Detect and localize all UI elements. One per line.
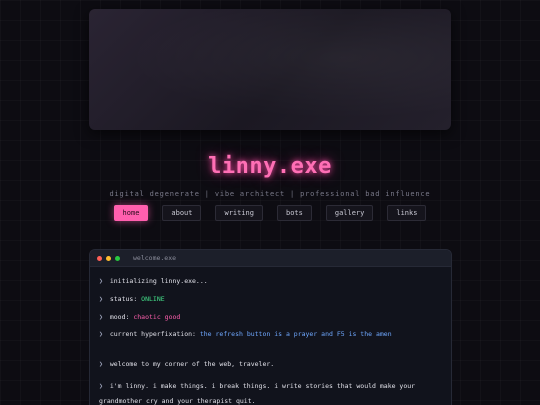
status-value: ONLINE xyxy=(141,294,165,303)
init-text: initializing linny.exe... xyxy=(109,277,208,285)
main-nav: home about writing bots gallery links xyxy=(0,205,540,221)
hyperfixation-label: current hyperfixation: xyxy=(109,330,196,339)
terminal-body: ❯ initializing linny.exe... ❯ status: ON… xyxy=(90,267,451,405)
status-label: status: xyxy=(109,294,138,303)
intro-text: i'm linny. i make things. i break things… xyxy=(99,381,416,405)
prompt-icon: ❯ xyxy=(99,381,103,390)
terminal-line: ❯ status: ONLINE xyxy=(99,294,442,304)
minimize-dot-icon[interactable] xyxy=(106,255,111,261)
nav-gallery[interactable]: gallery xyxy=(325,205,374,221)
mood-label: mood: xyxy=(109,312,130,321)
terminal-line: ❯ welcome to my corner of the web, trave… xyxy=(99,360,442,369)
terminal-window: welcome.exe ❯ initializing linny.exe... … xyxy=(89,249,452,405)
nav-writing[interactable]: writing xyxy=(215,205,263,221)
nav-about[interactable]: about xyxy=(162,205,202,221)
prompt-icon: ❯ xyxy=(99,277,103,285)
prompt-icon: ❯ xyxy=(99,294,103,303)
hyperfixation-value: the refresh button is a prayer and F5 is… xyxy=(199,330,392,339)
terminal-line: ❯ i'm linny. i make things. i break thin… xyxy=(99,379,442,405)
site-title: linny.exe xyxy=(208,154,332,179)
terminal-line: ❯ initializing linny.exe... xyxy=(99,277,442,286)
close-dot-icon[interactable] xyxy=(97,255,102,261)
terminal-line: ❯ current hyperfixation: the refresh but… xyxy=(99,330,442,339)
banner-image xyxy=(89,9,451,130)
terminal-titlebar: welcome.exe xyxy=(90,250,451,267)
nav-bots[interactable]: bots xyxy=(277,205,312,221)
tagline: digital degenerate | vibe architect | pr… xyxy=(109,190,431,198)
nav-home[interactable]: home xyxy=(113,205,149,221)
prompt-icon: ❯ xyxy=(99,312,103,321)
nav-links[interactable]: links xyxy=(387,205,427,221)
prompt-icon: ❯ xyxy=(99,360,103,369)
prompt-icon: ❯ xyxy=(99,330,103,339)
mood-value: chaotic good xyxy=(133,312,181,321)
welcome-text: welcome to my corner of the web, travele… xyxy=(109,360,275,369)
maximize-dot-icon[interactable] xyxy=(115,255,120,261)
terminal-line: ❯ mood: chaotic good xyxy=(99,312,442,322)
terminal-title: welcome.exe xyxy=(133,254,177,262)
